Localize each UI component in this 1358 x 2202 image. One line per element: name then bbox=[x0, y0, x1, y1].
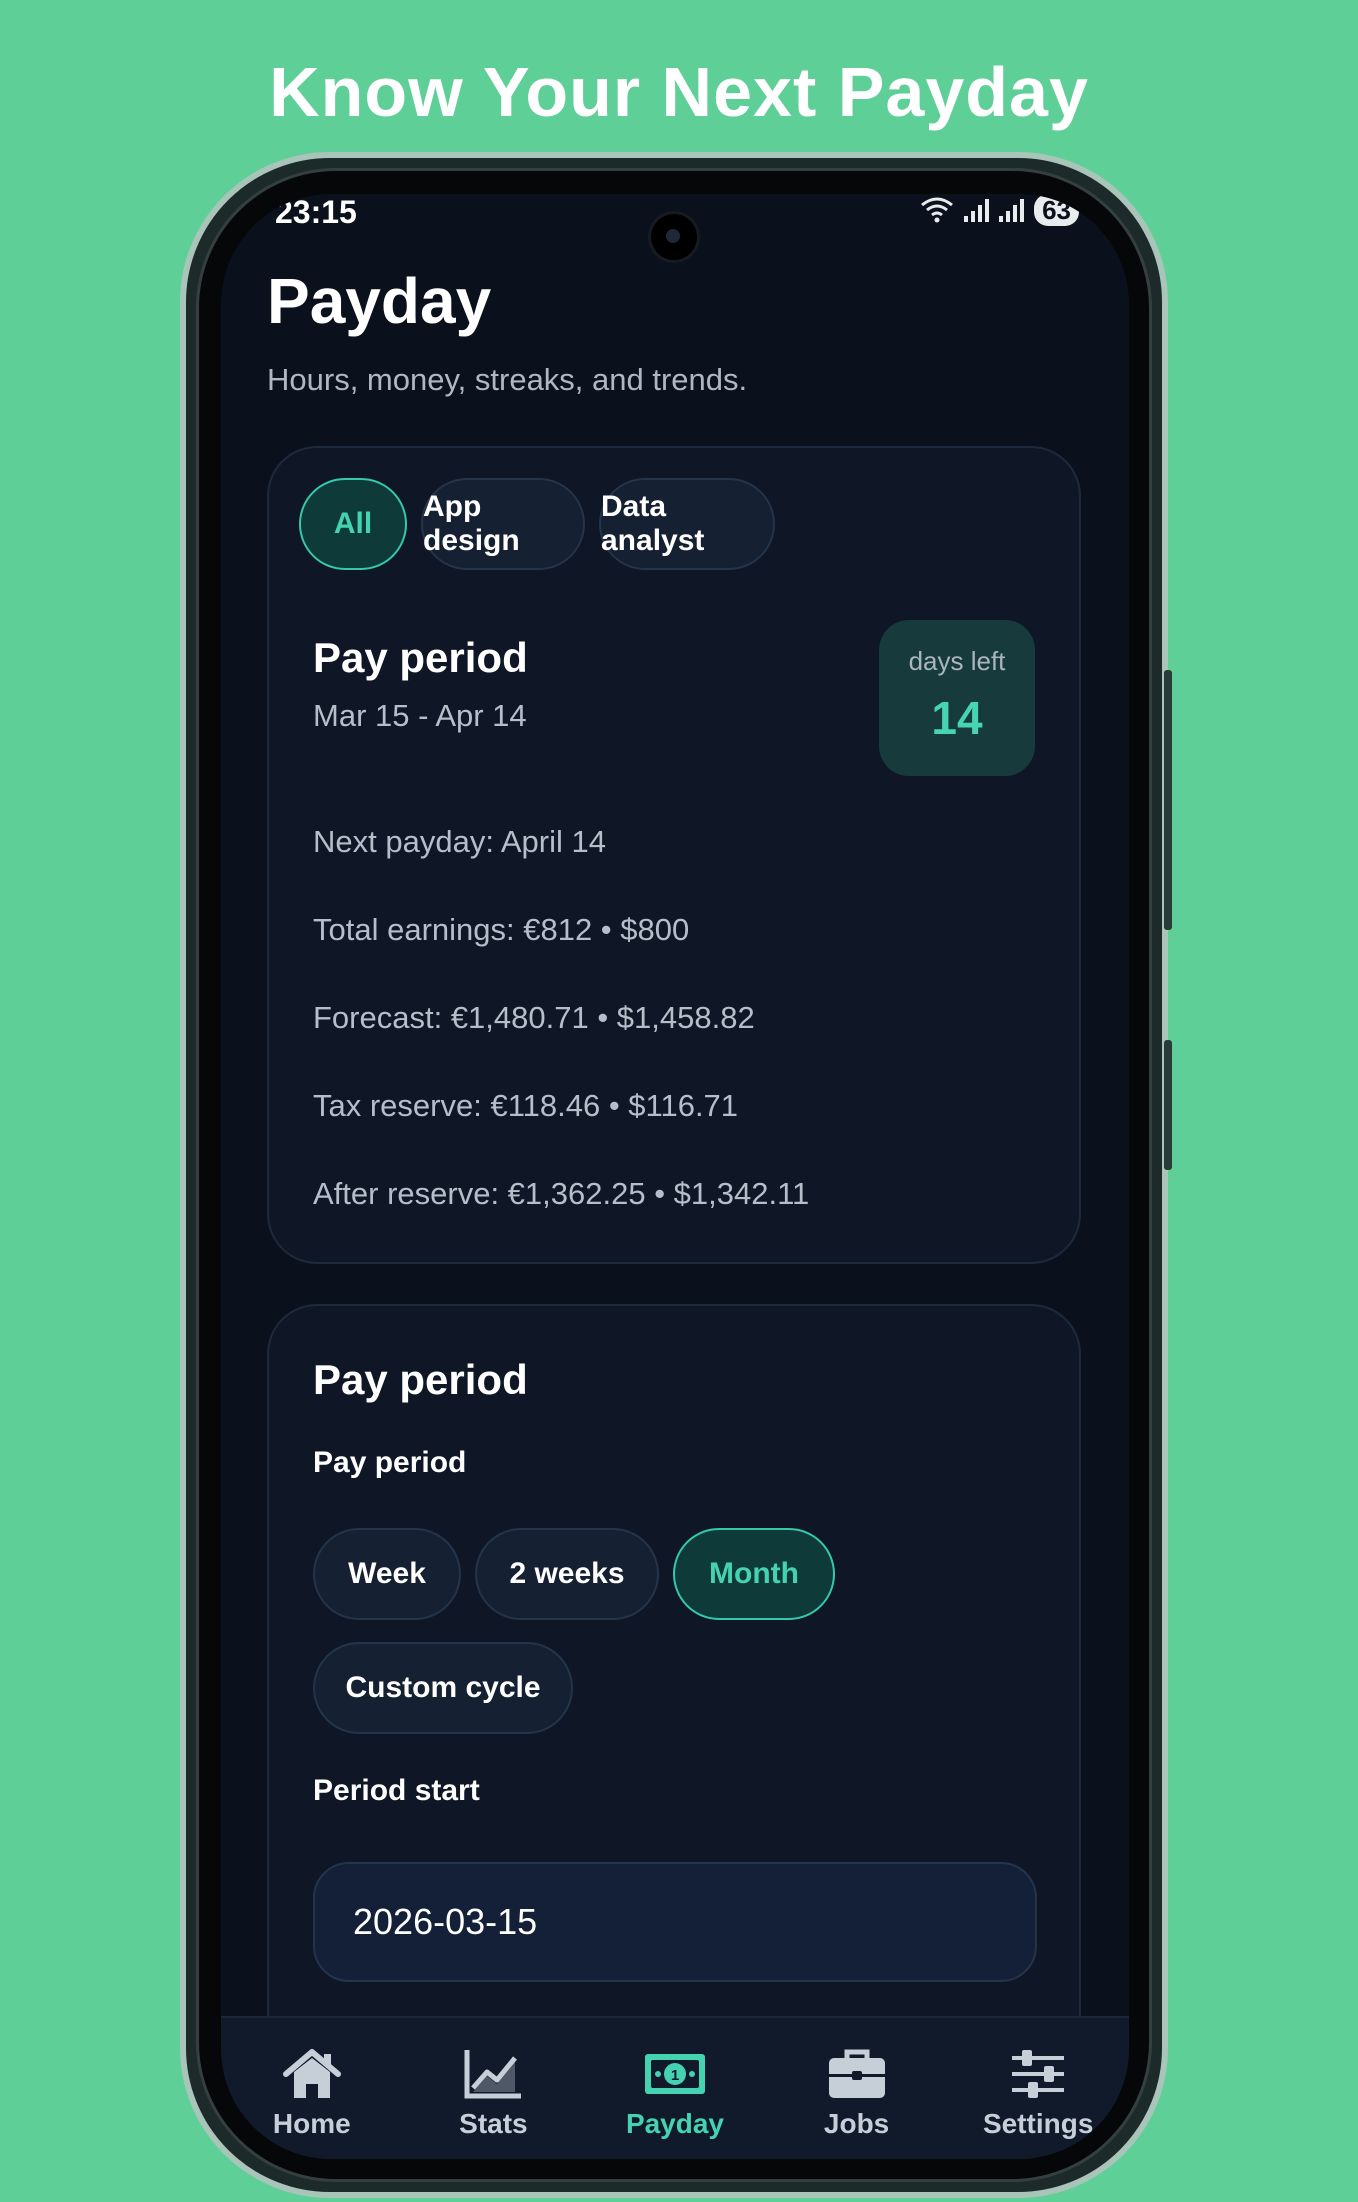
total-earnings: Total earnings: €812 • $800 bbox=[313, 912, 690, 947]
nav-item-home[interactable]: Home bbox=[232, 2018, 392, 2159]
nav-label: Jobs bbox=[823, 2108, 890, 2139]
battery-indicator: 63 bbox=[1034, 194, 1079, 226]
period-option-custom-cycle[interactable]: Custom cycle bbox=[313, 1642, 573, 1734]
page-subtitle: Hours, money, streaks, and trends. bbox=[267, 362, 748, 397]
status-time: 23:15 bbox=[275, 194, 357, 230]
briefcase-icon bbox=[828, 2049, 885, 2098]
days-left-badge: days left 14 bbox=[879, 620, 1035, 776]
summary-title: Pay period bbox=[313, 634, 528, 681]
forecast: Forecast: €1,480.71 • $1,458.82 bbox=[313, 1000, 755, 1035]
period-type-label: Pay period bbox=[313, 1446, 467, 1479]
summary-dates: Mar 15 - Apr 14 bbox=[313, 698, 527, 733]
period-option-2-weeks[interactable]: 2 weeks bbox=[475, 1528, 659, 1620]
filter-chip-data-analyst[interactable]: Data analyst bbox=[599, 478, 775, 570]
sliders-icon bbox=[1012, 2050, 1065, 2098]
next-payday: Next payday: April 14 bbox=[313, 824, 606, 859]
promo-headline: Know Your Next Payday bbox=[269, 53, 1089, 131]
settings-title: Pay period bbox=[313, 1356, 528, 1403]
nav-item-stats[interactable]: Stats bbox=[413, 2018, 573, 2159]
pay-period-summary-card: All App design Data analyst Pay period M… bbox=[267, 446, 1081, 1264]
period-option-week[interactable]: Week bbox=[313, 1528, 461, 1620]
money-icon: 1 bbox=[644, 2054, 705, 2094]
days-left-label: days left bbox=[908, 646, 1006, 676]
bottom-navigation: Home Stats 1 Payday Jobs Settings bbox=[221, 2016, 1129, 2159]
page-title: Payday bbox=[267, 265, 492, 337]
camera-cutout bbox=[651, 214, 697, 260]
home-icon bbox=[282, 2049, 341, 2098]
period-start-label: Period start bbox=[313, 1774, 480, 1807]
period-start-input[interactable]: 2026-03-15 bbox=[313, 1862, 1037, 1982]
status-icons: 63 bbox=[920, 194, 1079, 226]
app-screen: 23:15 63 Payday Hours, money, streaks, a… bbox=[221, 194, 1129, 2159]
svg-text:1: 1 bbox=[671, 2067, 679, 2084]
tax-reserve: Tax reserve: €118.46 • $116.71 bbox=[313, 1088, 739, 1123]
filter-chip-all[interactable]: All bbox=[299, 478, 407, 570]
nav-label: Home bbox=[272, 2108, 351, 2139]
nav-label: Settings bbox=[982, 2108, 1094, 2139]
signal-icon bbox=[999, 198, 1025, 222]
signal-icon bbox=[964, 198, 990, 222]
filter-chip-app-design[interactable]: App design bbox=[421, 478, 585, 570]
after-reserve: After reserve: €1,362.25 • $1,342.11 bbox=[313, 1176, 810, 1211]
chart-icon bbox=[464, 2050, 522, 2099]
period-option-month[interactable]: Month bbox=[673, 1528, 835, 1620]
days-left-value: 14 bbox=[931, 692, 983, 744]
nav-item-settings[interactable]: Settings bbox=[958, 2018, 1118, 2159]
nav-item-payday[interactable]: 1 Payday bbox=[595, 2018, 755, 2159]
nav-item-jobs[interactable]: Jobs bbox=[777, 2018, 937, 2159]
nav-label: Payday bbox=[625, 2108, 725, 2139]
phone-side-button bbox=[1164, 1040, 1172, 1170]
nav-label: Stats bbox=[459, 2108, 528, 2139]
phone-side-button bbox=[1164, 670, 1172, 930]
wifi-icon bbox=[921, 197, 954, 223]
